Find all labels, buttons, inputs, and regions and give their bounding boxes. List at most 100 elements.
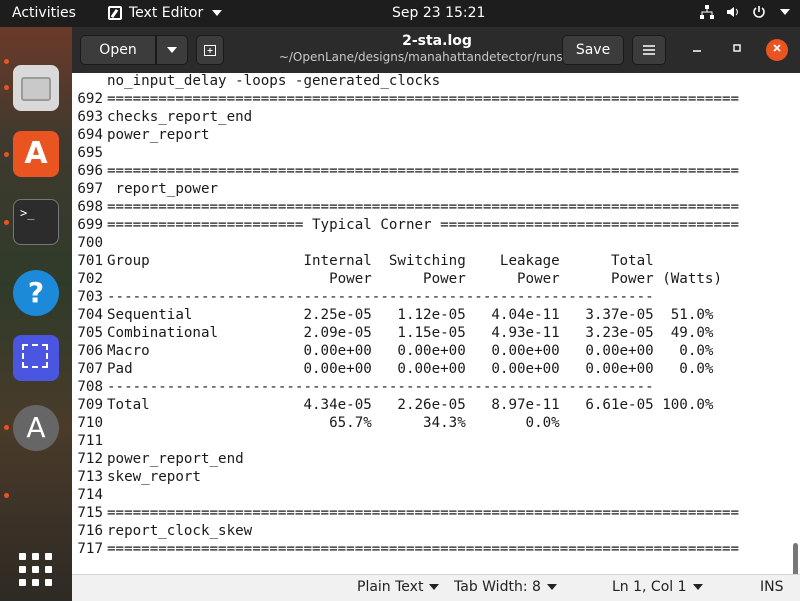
text-line: 701 Group Internal Switching Leakage Tota… — [72, 253, 654, 271]
clock[interactable]: Sep 23 15:21 — [392, 5, 485, 21]
open-menu-button[interactable] — [156, 35, 188, 65]
line-number: 716 — [77, 523, 103, 539]
save-button[interactable]: Save — [562, 35, 624, 65]
running-indicator — [4, 152, 9, 157]
running-indicator — [4, 493, 9, 498]
line-number: 699 — [77, 217, 103, 233]
line-text: ========================================… — [107, 505, 740, 521]
line-number: 707 — [77, 361, 103, 377]
text-line: 705 Combinational 2.09e-05 1.15e-05 4.93e… — [72, 325, 713, 343]
help-icon[interactable]: ? — [13, 270, 59, 316]
line-number: 700 — [77, 235, 103, 251]
system-tray[interactable] — [700, 5, 790, 19]
maximize-button[interactable] — [726, 39, 748, 61]
line-text: Total 4.34e-05 2.26e-05 8.97e-11 6.61e-0… — [107, 397, 714, 413]
text-view[interactable]: no_input_delay -loops -generated_clocks 6… — [72, 73, 800, 587]
software-updater-icon[interactable]: A — [13, 405, 59, 451]
text-line: 694 power_report — [72, 127, 210, 145]
new-document-icon — [204, 45, 216, 56]
close-button[interactable] — [766, 39, 788, 61]
app-menu[interactable]: Text Editor — [108, 5, 223, 21]
line-text: no_input_delay -loops -generated_clocks — [107, 73, 441, 89]
text-line: 699 ======================= Typical Corne… — [72, 217, 739, 235]
line-text: 65.7% 34.3% 0.0% — [107, 415, 560, 431]
screenshot-icon[interactable] — [13, 335, 59, 381]
text-line: 704 Sequential 2.25e-05 1.12e-05 4.04e-11… — [72, 307, 713, 325]
tab-width-selector[interactable]: Tab Width: 8 — [454, 579, 557, 595]
text-line: 692 =====================================… — [72, 91, 739, 109]
text-line: 703 -------------------------------------… — [72, 289, 654, 307]
text-line: 712 power_report_end — [72, 451, 244, 469]
line-text: ========================================… — [107, 541, 740, 557]
status-bar: Plain Text Tab Width: 8 Ln 1, Col 1 INS — [72, 574, 800, 601]
line-text: ----------------------------------------… — [107, 379, 654, 395]
line-number: 706 — [77, 343, 103, 359]
network-icon — [700, 5, 714, 19]
chevron-down-icon — [546, 584, 557, 590]
line-text: power_report_end — [107, 451, 244, 467]
line-text: ======================= Typical Corner =… — [107, 217, 740, 233]
top-bar: Activities Text Editor Sep 23 15:21 — [0, 0, 800, 27]
close-icon — [773, 44, 781, 52]
line-text: power_report — [107, 127, 210, 143]
cursor-position-selector[interactable]: Ln 1, Col 1 — [612, 579, 703, 595]
line-number: 712 — [77, 451, 103, 467]
line-text: Sequential 2.25e-05 1.12e-05 4.04e-11 3.… — [107, 307, 714, 323]
line-text: report_clock_skew — [107, 523, 253, 539]
text-line: 696 =====================================… — [72, 163, 739, 181]
chevron-down-icon — [429, 584, 440, 590]
text-line: 715 =====================================… — [72, 505, 739, 523]
software-center-icon[interactable]: A — [13, 131, 59, 177]
line-number: 708 — [77, 379, 103, 395]
chevron-down-icon — [212, 10, 223, 16]
text-line: 713 skew_report — [72, 469, 201, 487]
insert-mode-indicator[interactable]: INS — [760, 579, 784, 595]
line-number: 709 — [77, 397, 103, 413]
line-number: 705 — [77, 325, 103, 341]
text-line: 700 — [72, 235, 107, 253]
line-number: 695 — [77, 145, 103, 161]
line-text: Pad 0.00e+00 0.00e+00 0.00e+00 0.00e+00 … — [107, 361, 714, 377]
insert-mode-label: INS — [760, 579, 784, 595]
text-line: 702 Power Power Power Power (Watts) — [72, 271, 722, 289]
language-selector[interactable]: Plain Text — [357, 579, 440, 595]
line-number: 698 — [77, 199, 103, 215]
text-line: 706 Macro 0.00e+00 0.00e+00 0.00e+00 0.00… — [72, 343, 713, 361]
show-applications-icon[interactable] — [13, 547, 59, 593]
activities-button[interactable]: Activities — [12, 5, 76, 21]
text-line: 698 =====================================… — [72, 199, 739, 217]
line-number: 701 — [77, 253, 103, 269]
open-button[interactable]: Open — [80, 35, 156, 65]
power-icon — [753, 6, 765, 18]
text-editor-icon — [108, 6, 122, 20]
running-indicator — [4, 59, 9, 64]
text-line: 714 — [72, 487, 107, 505]
line-number: 715 — [77, 505, 103, 521]
text-editor-window: Open 2-sta.log ~/OpenLane/designs/manaha… — [72, 27, 800, 601]
files-icon[interactable] — [13, 65, 59, 111]
minimize-button[interactable] — [686, 39, 708, 61]
dock: A >_ ? A — [0, 27, 72, 600]
line-text: Macro 0.00e+00 0.00e+00 0.00e+00 0.00e+0… — [107, 343, 714, 359]
app-menu-label: Text Editor — [129, 5, 204, 21]
tab-width-label: Tab Width: 8 — [454, 579, 541, 595]
text-line: 695 — [72, 145, 107, 163]
new-tab-button[interactable] — [196, 35, 224, 65]
text-line: 711 — [72, 433, 107, 451]
line-number: 703 — [77, 289, 103, 305]
line-number: 694 — [77, 127, 103, 143]
line-text: Group Internal Switching Leakage Total — [107, 253, 654, 269]
volume-icon — [727, 7, 738, 17]
text-line: no_input_delay -loops -generated_clocks — [72, 73, 440, 91]
running-indicator — [4, 425, 9, 430]
cursor-position-label: Ln 1, Col 1 — [612, 579, 687, 595]
line-text: ----------------------------------------… — [107, 289, 654, 305]
line-number: 697 — [77, 181, 103, 197]
chevron-down-icon — [780, 9, 790, 15]
hamburger-menu-button[interactable] — [632, 35, 666, 65]
line-text: Combinational 2.09e-05 1.15e-05 4.93e-11… — [107, 325, 714, 341]
terminal-icon[interactable]: >_ — [13, 199, 59, 245]
text-line: 693 checks_report_end — [72, 109, 252, 127]
text-line: 697 report_power — [72, 181, 218, 199]
text-line: 707 Pad 0.00e+00 0.00e+00 0.00e+00 0.00e+… — [72, 361, 713, 379]
